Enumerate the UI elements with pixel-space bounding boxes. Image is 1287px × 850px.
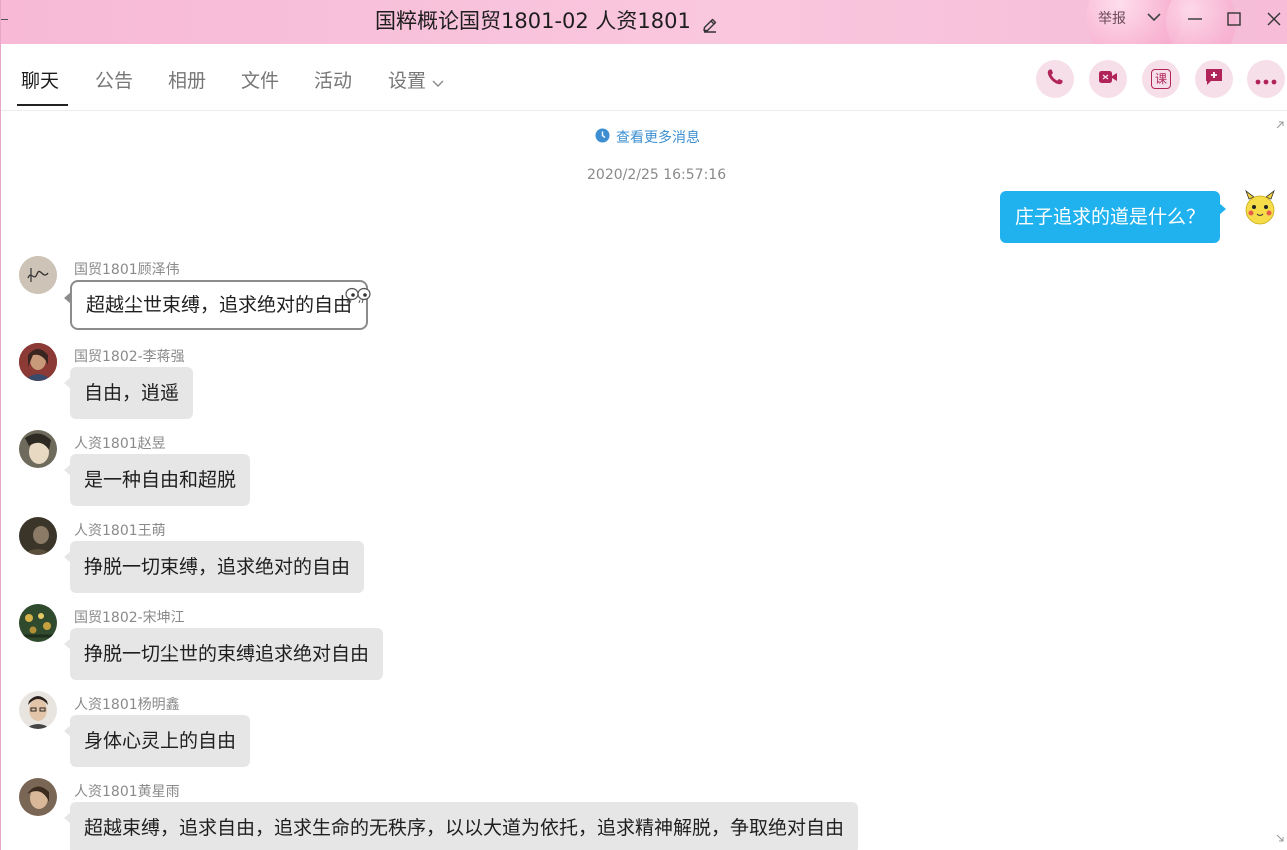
bubble-tail [64,812,71,824]
chat-area[interactable]: 查看更多消息 2020/2/25 16:57:16 庄子追求的道是什么？ 国贸1… [1,111,1287,850]
avatar[interactable] [19,517,57,555]
chevron-down-icon [432,69,444,95]
chevron-down-icon[interactable] [1146,10,1162,26]
bubble-tail [64,638,71,650]
message-row: 国贸1802-李蒋强 自由，逍遥 [1,343,1281,433]
message-bubble[interactable]: 超越束缚，追求自由，追求生命的无秩序，以以大道为依托，追求精神解脱，争取绝对自由 [64,802,859,850]
my-message-text: 庄子追求的道是什么？ [1015,206,1206,228]
message-bubble[interactable]: 挣脱一切束缚，追求绝对的自由 [64,541,365,593]
bubble-eyes-decoration [344,274,372,304]
expand-arrow-icon[interactable] [1276,114,1284,133]
phone-call-button[interactable] [1036,60,1074,98]
message-text: 是一种自由和超脱 [84,469,237,491]
tab-settings[interactable]: 设置 [388,68,444,94]
tab-chat[interactable]: 聊天 [21,68,59,94]
message-text: 超越束缚，追求自由，追求生命的无秩序，以以大道为依托，追求精神解脱，争取绝对自由 [84,817,845,839]
tab-settings-label: 设置 [388,70,427,92]
more-icon [1255,70,1277,89]
message-bubble[interactable]: 挣脱一切尘世的束缚追求绝对自由 [64,628,384,680]
avatar[interactable] [19,778,57,816]
close-button[interactable] [1263,8,1285,30]
message-row: 人资1801杨明鑫 身体心灵上的自由 [1,691,1281,781]
avatar[interactable] [19,343,57,381]
my-avatar[interactable] [1241,189,1279,227]
course-button[interactable]: 课 [1142,60,1180,98]
sender-name: 人资1801赵昱 [74,436,166,452]
tab-activities[interactable]: 活动 [314,68,352,94]
bubble-tail [64,377,71,389]
message-bubble[interactable]: 是一种自由和超脱 [64,454,251,506]
tab-album[interactable]: 相册 [168,68,206,94]
bubble-tail [64,725,71,737]
report-button[interactable]: 举报 [1098,8,1162,28]
tab-announcement[interactable]: 公告 [95,68,133,94]
sender-name: 国贸1801顾泽伟 [74,262,180,278]
maximize-button[interactable] [1223,8,1245,30]
group-nav-bar: 聊天 公告 相册 文件 活动 设置 课 [1,44,1287,111]
message-row: 人资1801赵昱 是一种自由和超脱 [1,430,1281,520]
active-tab-indicator [17,104,68,106]
sender-name: 人资1801黄星雨 [74,784,180,800]
tab-files[interactable]: 文件 [241,68,279,94]
title-bar: 国粹概论国贸1801-02 人资1801 举报 [1,0,1287,44]
bubble-tail [1219,203,1227,215]
video-call-icon [1097,67,1119,91]
avatar[interactable] [19,430,57,468]
message-bubble[interactable]: 身体心灵上的自由 [64,715,251,767]
message-row: 国贸1801顾泽伟 超越尘世束缚，追求绝对的自由 [1,256,1281,346]
my-message-bubble[interactable]: 庄子追求的道是什么？ [1000,191,1227,243]
message-bubble[interactable]: 自由，逍遥 [64,367,194,419]
clock-icon [595,128,610,147]
message-row: 国贸1802-宋坤江 挣脱一切尘世的束缚追求绝对自由 [1,604,1281,694]
message-text: 挣脱一切尘世的束缚追求绝对自由 [84,643,370,665]
bubble-tail [64,464,71,476]
phone-icon [1045,67,1065,91]
avatar[interactable] [19,604,57,642]
sender-name: 人资1801杨明鑫 [74,697,180,713]
window-title[interactable]: 国粹概论国贸1801-02 人资1801 [375,6,719,36]
course-icon: 课 [1151,69,1171,89]
avatar[interactable] [19,256,57,294]
sender-name: 国贸1802-李蒋强 [74,349,185,365]
message-text: 超越尘世束缚，追求绝对的自由 [86,294,353,316]
video-call-button[interactable] [1089,60,1127,98]
sender-name: 人资1801王萌 [74,523,166,539]
avatar[interactable] [19,691,57,729]
minimize-button[interactable] [1184,8,1206,30]
message-text: 身体心灵上的自由 [84,730,237,752]
load-more-messages[interactable]: 查看更多消息 [595,127,700,147]
message-text: 自由，逍遥 [84,382,180,404]
message-row: 人资1801王萌 挣脱一切束缚，追求绝对的自由 [1,517,1281,607]
window-edge-mark [1,19,8,20]
message-timestamp: 2020/2/25 16:57:16 [587,167,727,183]
edit-icon[interactable] [701,12,719,33]
collapse-arrow-icon[interactable] [1276,827,1284,846]
bubble-tail [64,292,71,304]
group-name: 国粹概论国贸1801-02 人资1801 [375,9,691,33]
message-bubble[interactable]: 超越尘世束缚，追求绝对的自由 [64,280,371,330]
course-icon-label: 课 [1154,72,1167,86]
chat-window: 国粹概论国贸1801-02 人资1801 举报 聊天 公告 相册 文件 活动 设… [0,0,1287,850]
message-row: 人资1801黄星雨 超越束缚，追求自由，追求生命的无秩序，以以大道为依托，追求精… [1,778,1281,850]
load-more-label: 查看更多消息 [616,130,700,146]
report-label: 举报 [1098,11,1126,27]
message-text: 挣脱一切束缚，追求绝对的自由 [84,556,351,578]
bubble-tail [64,551,71,563]
sender-name: 国贸1802-宋坤江 [74,610,185,626]
add-message-icon [1203,66,1225,92]
add-message-button[interactable] [1195,60,1233,98]
more-options-button[interactable] [1247,60,1285,98]
